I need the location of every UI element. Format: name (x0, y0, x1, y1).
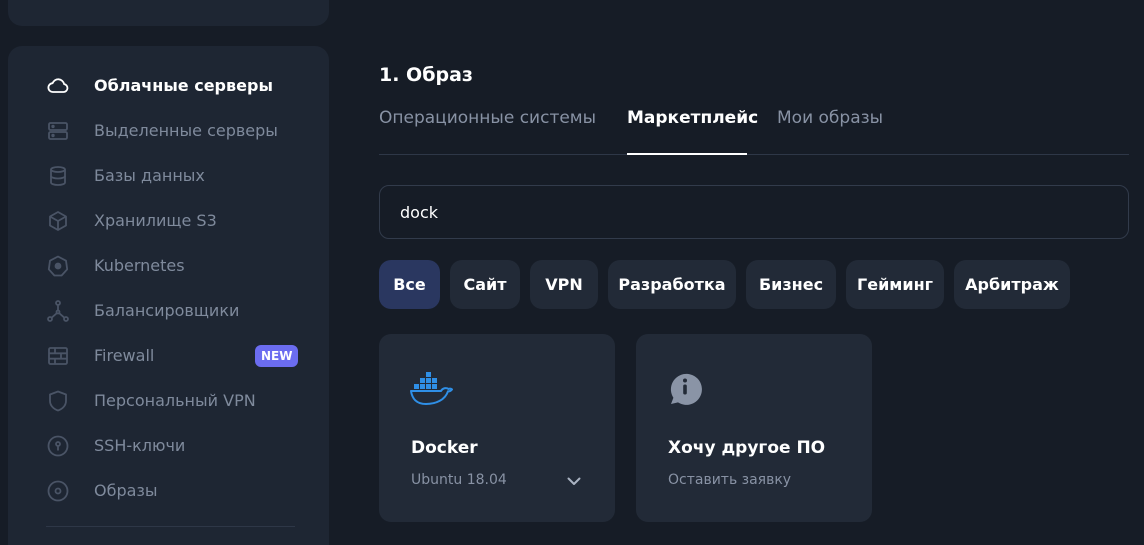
sidebar-top-panel (8, 0, 329, 26)
tab-operating-systems[interactable]: Операционные системы (379, 108, 596, 128)
filter-chip-arbitrage[interactable]: Арбитраж (954, 260, 1070, 309)
disc-icon (46, 479, 70, 503)
server-icon (46, 119, 70, 143)
sidebar: Облачные серверы Выделенные серверы Базы… (8, 46, 329, 545)
firewall-icon (46, 344, 70, 368)
sidebar-item-load-balancers[interactable]: Балансировщики (8, 289, 329, 333)
filter-chip-site[interactable]: Сайт (450, 260, 520, 309)
sidebar-item-label: Выделенные серверы (94, 121, 278, 140)
sidebar-item-dedicated-servers[interactable]: Выделенные серверы (8, 109, 329, 153)
key-icon (46, 434, 70, 458)
sidebar-item-label: Облачные серверы (94, 76, 273, 95)
sidebar-item-label: Хранилище S3 (94, 211, 217, 230)
sidebar-item-label: Персональный VPN (94, 391, 256, 410)
app-page: Облачные серверы Выделенные серверы Базы… (0, 0, 1144, 545)
kubernetes-icon (46, 254, 70, 278)
sidebar-item-label: Балансировщики (94, 301, 240, 320)
sidebar-item-label: Kubernetes (94, 256, 185, 275)
search-box (379, 185, 1129, 239)
sidebar-item-s3-storage[interactable]: Хранилище S3 (8, 199, 329, 243)
sidebar-item-firewall[interactable]: Firewall NEW (8, 334, 329, 378)
shield-icon (46, 389, 70, 413)
sidebar-item-label: SSH-ключи (94, 436, 186, 455)
docker-icon (409, 370, 453, 406)
sidebar-divider (46, 526, 295, 527)
search-input[interactable] (400, 202, 1108, 222)
chevron-down-icon[interactable] (565, 472, 583, 490)
sidebar-item-images[interactable]: Образы (8, 469, 329, 513)
database-icon (46, 164, 70, 188)
load-balancer-icon (46, 299, 70, 323)
tabs-divider (379, 154, 1129, 155)
filter-chip-all[interactable]: Все (379, 260, 440, 309)
tab-my-images[interactable]: Мои образы (777, 108, 883, 128)
new-badge: NEW (255, 345, 299, 367)
sidebar-item-personal-vpn[interactable]: Персональный VPN (8, 379, 329, 423)
active-tab-indicator (627, 153, 747, 155)
sidebar-item-kubernetes[interactable]: Kubernetes (8, 244, 329, 288)
sidebar-item-cloud-servers[interactable]: Облачные серверы (8, 64, 329, 108)
filter-chip-business[interactable]: Бизнес (746, 260, 836, 309)
filter-chip-vpn[interactable]: VPN (530, 260, 598, 309)
card-title: Docker (411, 438, 478, 458)
card-title: Хочу другое ПО (668, 438, 826, 458)
marketplace-card-request-other[interactable]: Хочу другое ПО Оставить заявку (636, 334, 872, 522)
cube-icon (46, 209, 70, 233)
marketplace-card-docker[interactable]: Docker Ubuntu 18.04 (379, 334, 615, 522)
cloud-icon (46, 74, 70, 98)
tab-marketplace[interactable]: Маркетплейс (627, 108, 758, 128)
sidebar-item-label: Образы (94, 481, 158, 500)
sidebar-item-ssh-keys[interactable]: SSH-ключи (8, 424, 329, 468)
section-title: 1. Образ (379, 64, 473, 86)
filter-chip-gaming[interactable]: Гейминг (846, 260, 944, 309)
sidebar-item-databases[interactable]: Базы данных (8, 154, 329, 198)
sidebar-item-label: Базы данных (94, 166, 205, 185)
filter-chip-development[interactable]: Разработка (608, 260, 736, 309)
info-bubble-icon (666, 370, 710, 406)
os-version-label: Ubuntu 18.04 (411, 472, 507, 488)
request-link[interactable]: Оставить заявку (668, 472, 791, 488)
sidebar-item-label: Firewall (94, 346, 155, 365)
